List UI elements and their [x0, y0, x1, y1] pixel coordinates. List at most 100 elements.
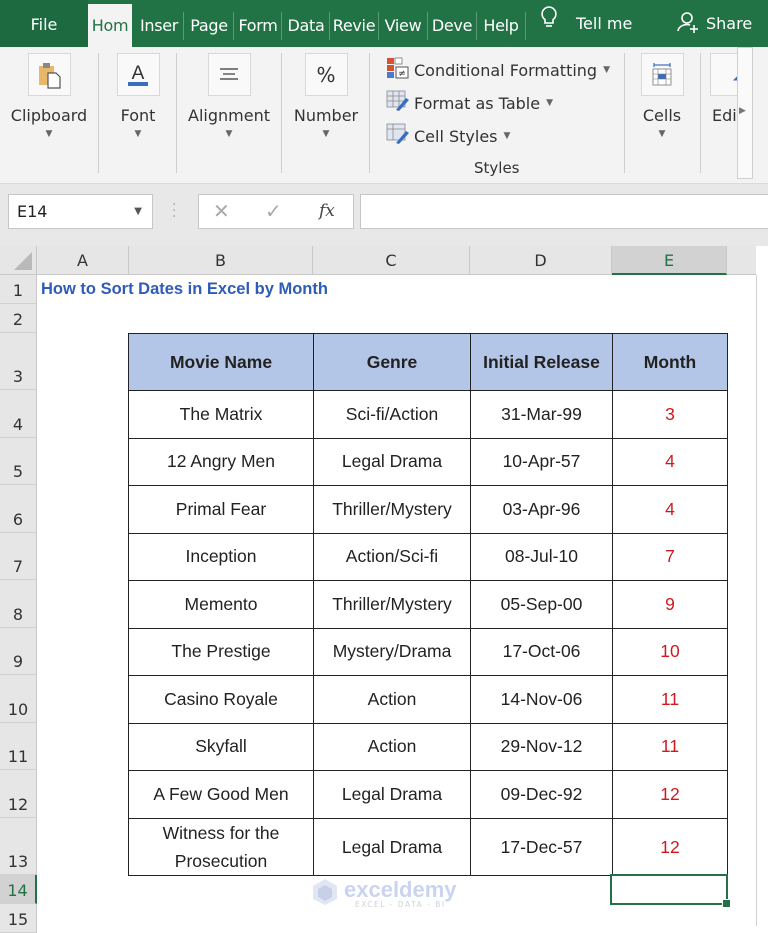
row-header-15[interactable]: 15: [0, 903, 37, 933]
tab-file[interactable]: File: [0, 0, 88, 47]
name-box-chevron-down-icon[interactable]: ▼: [134, 195, 142, 228]
cell-initial-release[interactable]: 09-Dec-92: [470, 770, 613, 819]
tab-review[interactable]: Revie: [332, 4, 376, 47]
cell-genre[interactable]: Legal Drama: [313, 817, 471, 876]
cell-genre[interactable]: Thriller/Mystery: [313, 485, 471, 534]
row-header-14[interactable]: 14: [0, 874, 37, 904]
cell-initial-release[interactable]: 17-Oct-06: [470, 627, 613, 676]
cancel-x-icon[interactable]: ✕: [213, 199, 230, 223]
row-header-3[interactable]: 3: [0, 333, 37, 390]
formula-bar-grip-icon[interactable]: · · ·: [172, 198, 176, 224]
cell-genre[interactable]: Thriller/Mystery: [313, 580, 471, 629]
tab-view[interactable]: View: [382, 4, 424, 47]
cell-initial-release[interactable]: 05-Sep-00: [470, 580, 613, 629]
cell-month[interactable]: 10: [612, 627, 728, 676]
cell-genre[interactable]: Mystery/Drama: [313, 627, 471, 676]
column-header-e[interactable]: E: [612, 246, 727, 275]
cell-initial-release[interactable]: 17-Dec-57: [470, 817, 613, 876]
cell-movie-name[interactable]: Witness for the Prosecution: [128, 817, 314, 876]
name-box[interactable]: E14 ▼: [8, 194, 153, 229]
row-header-5[interactable]: 5: [0, 437, 37, 485]
cell-month[interactable]: 12: [612, 817, 728, 876]
conditional-formatting-button[interactable]: ≠ Conditional Formatting ▼: [386, 57, 610, 83]
cell-genre[interactable]: Action: [313, 722, 471, 771]
cell-genre[interactable]: Legal Drama: [313, 437, 471, 486]
row-header-12[interactable]: 12: [0, 770, 37, 818]
editing-group[interactable]: ◢ Edi: [710, 53, 740, 125]
header-genre[interactable]: Genre: [313, 333, 471, 391]
row-header-7[interactable]: 7: [0, 532, 37, 580]
row-header-8[interactable]: 8: [0, 580, 37, 628]
cell-month[interactable]: 12: [612, 770, 728, 819]
cell-initial-release[interactable]: 29-Nov-12: [470, 722, 613, 771]
insert-function-fx-icon[interactable]: fx: [319, 201, 335, 221]
cell-month[interactable]: 4: [612, 485, 728, 534]
cell-month[interactable]: 9: [612, 580, 728, 629]
cell-movie-name[interactable]: Casino Royale: [128, 675, 314, 724]
alignment-group[interactable]: Alignment ▼: [186, 53, 272, 139]
cell-initial-release[interactable]: 31-Mar-99: [470, 390, 613, 439]
clipboard-group[interactable]: Clipboard ▼: [10, 53, 88, 139]
tab-insert[interactable]: Inser: [136, 4, 182, 47]
format-as-table-button[interactable]: Format as Table ▼: [386, 90, 553, 116]
cell-month[interactable]: 4: [612, 437, 728, 486]
tab-page-layout[interactable]: Page: [186, 4, 232, 47]
cell-initial-release[interactable]: 03-Apr-96: [470, 485, 613, 534]
group-separator: [176, 53, 177, 173]
tell-me-search[interactable]: Tell me: [540, 0, 632, 47]
enter-check-icon[interactable]: ✓: [265, 199, 282, 223]
cells-group[interactable]: Cells ▼: [636, 53, 688, 139]
tab-formulas[interactable]: Form: [236, 4, 280, 47]
cell-movie-name[interactable]: The Matrix: [128, 390, 314, 439]
row-header-11[interactable]: 11: [0, 722, 37, 770]
cell-movie-name[interactable]: Primal Fear: [128, 485, 314, 534]
cell-movie-name[interactable]: Inception: [128, 532, 314, 581]
row-header-4[interactable]: 4: [0, 390, 37, 438]
tab-help[interactable]: Help: [480, 4, 522, 47]
column-header-a[interactable]: A: [37, 246, 129, 275]
header-month[interactable]: Month: [612, 333, 728, 391]
ribbon-scroll-right-button[interactable]: ▶: [737, 47, 753, 179]
formula-input[interactable]: [360, 194, 768, 229]
tab-developer[interactable]: Deve: [430, 4, 474, 47]
font-group[interactable]: A Font ▼: [112, 53, 164, 139]
column-header-c[interactable]: C: [313, 246, 470, 275]
select-all-corner[interactable]: [0, 246, 37, 275]
cell-styles-button[interactable]: Cell Styles ▼: [386, 123, 510, 149]
cell-movie-name[interactable]: A Few Good Men: [128, 770, 314, 819]
cell-month[interactable]: 11: [612, 722, 728, 771]
row-header-13[interactable]: 13: [0, 817, 37, 875]
cell-initial-release[interactable]: 14-Nov-06: [470, 675, 613, 724]
cell-genre[interactable]: Action/Sci-fi: [313, 532, 471, 581]
tab-separator: [378, 12, 379, 40]
cell-genre[interactable]: Action: [313, 675, 471, 724]
cell-movie-name[interactable]: Memento: [128, 580, 314, 629]
tab-home[interactable]: Hom: [88, 4, 132, 47]
column-header-blank: [727, 246, 756, 275]
cell-movie-name[interactable]: Skyfall: [128, 722, 314, 771]
share-button[interactable]: Share: [676, 0, 752, 47]
vertical-scrollbar[interactable]: [756, 275, 768, 926]
row-header-6[interactable]: 6: [0, 485, 37, 533]
cell-month[interactable]: 3: [612, 390, 728, 439]
cell-movie-name[interactable]: 12 Angry Men: [128, 437, 314, 486]
header-movie-name[interactable]: Movie Name: [128, 333, 314, 391]
header-initial-release[interactable]: Initial Release: [470, 333, 613, 391]
row-header-1[interactable]: 1: [0, 275, 37, 304]
conditional-formatting-icon: ≠: [386, 57, 410, 83]
selected-cell-e14[interactable]: [610, 874, 731, 908]
row-header-10[interactable]: 10: [0, 675, 37, 723]
cell-initial-release[interactable]: 10-Apr-57: [470, 437, 613, 486]
cell-genre[interactable]: Legal Drama: [313, 770, 471, 819]
row-header-2[interactable]: 2: [0, 304, 37, 333]
cell-month[interactable]: 11: [612, 675, 728, 724]
cell-movie-name[interactable]: The Prestige: [128, 627, 314, 676]
number-group[interactable]: % Number ▼: [290, 53, 362, 139]
column-header-d[interactable]: D: [470, 246, 612, 275]
tab-data[interactable]: Data: [284, 4, 328, 47]
cell-initial-release[interactable]: 08-Jul-10: [470, 532, 613, 581]
cell-month[interactable]: 7: [612, 532, 728, 581]
column-header-b[interactable]: B: [129, 246, 313, 275]
cell-genre[interactable]: Sci-fi/Action: [313, 390, 471, 439]
row-header-9[interactable]: 9: [0, 627, 37, 675]
